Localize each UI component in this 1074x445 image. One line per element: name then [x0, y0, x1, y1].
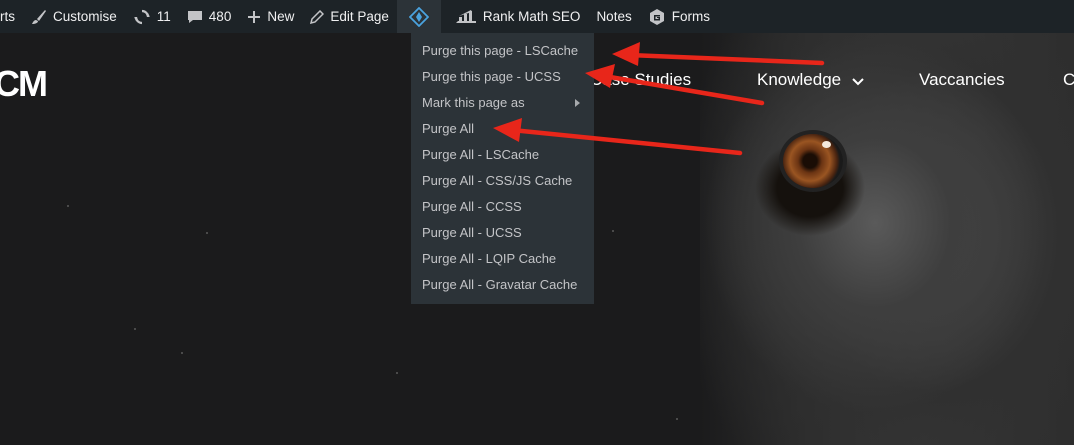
- menu-item-purge-all-gravatar[interactable]: Purge All - Gravatar Cache: [411, 272, 594, 298]
- litespeed-diamond-icon: [408, 6, 429, 27]
- admin-bar-item-updates[interactable]: 11: [125, 0, 179, 33]
- admin-bar-item-reports[interactable]: rts: [0, 0, 23, 33]
- admin-bar-item-new[interactable]: New: [239, 0, 302, 33]
- nav-link-case-studies[interactable]: Case Studies: [590, 70, 691, 90]
- admin-bar-item-customise[interactable]: Customise: [23, 0, 125, 33]
- chevron-down-icon: [852, 71, 864, 91]
- admin-bar-item-label: Edit Page: [330, 9, 389, 24]
- menu-item-purge-all-cssjs[interactable]: Purge All - CSS/JS Cache: [411, 168, 594, 194]
- admin-bar-item-notes[interactable]: Notes: [588, 0, 639, 33]
- admin-bar-item-label: 11: [156, 9, 171, 24]
- menu-item-label: Mark this page as: [422, 95, 525, 110]
- nav-link-label: Knowledge: [757, 70, 842, 89]
- star-dot: [206, 232, 208, 234]
- admin-bar-item-comments[interactable]: 480: [179, 0, 240, 33]
- nav-link-contact[interactable]: C: [1063, 70, 1074, 90]
- submenu-arrow-icon: [575, 99, 580, 107]
- paintbrush-icon: [31, 9, 47, 25]
- site-logo[interactable]: CM: [0, 63, 48, 105]
- menu-item-purge-all[interactable]: Purge All: [411, 116, 594, 142]
- rank-math-icon: [455, 9, 477, 25]
- nav-link-vaccancies[interactable]: Vaccancies: [919, 70, 1005, 90]
- admin-bar-item-rank-math[interactable]: Rank Math SEO: [441, 0, 589, 33]
- menu-item-purge-all-lqip[interactable]: Purge All - LQIP Cache: [411, 246, 594, 272]
- menu-item-purge-page-ucss[interactable]: Purge this page - UCSS: [411, 64, 594, 90]
- animal-eye: [783, 134, 843, 188]
- admin-bar-item-label: rts: [0, 9, 15, 24]
- eye-glint: [822, 141, 831, 148]
- star-dot: [612, 230, 614, 232]
- admin-bar-item-label: 480: [208, 9, 232, 24]
- litespeed-dropdown-menu: Purge this page - LSCache Purge this pag…: [411, 33, 594, 304]
- gravity-forms-icon: [648, 8, 666, 26]
- menu-item-purge-all-ccss[interactable]: Purge All - CCSS: [411, 194, 594, 220]
- star-dot: [134, 328, 136, 330]
- star-dot: [396, 372, 398, 374]
- admin-bar: rts Customise 11 480 New Edit Page Rank …: [0, 0, 1074, 33]
- admin-bar-item-label: Notes: [596, 9, 632, 24]
- menu-item-purge-all-lscache[interactable]: Purge All - LSCache: [411, 142, 594, 168]
- update-icon: [133, 9, 151, 25]
- nav-link-knowledge[interactable]: Knowledge: [757, 70, 864, 91]
- admin-bar-item-label: Forms: [671, 9, 710, 24]
- admin-bar-item-forms[interactable]: Forms: [640, 0, 718, 33]
- star-dot: [676, 418, 678, 420]
- admin-bar-item-label: Rank Math SEO: [482, 9, 581, 24]
- pencil-icon: [310, 9, 325, 24]
- admin-bar-item-label: Customise: [53, 9, 117, 24]
- admin-bar-item-litespeed[interactable]: [396, 0, 441, 33]
- menu-item-purge-all-ucss[interactable]: Purge All - UCSS: [411, 220, 594, 246]
- menu-item-purge-page-lscache[interactable]: Purge this page - LSCache: [411, 38, 594, 64]
- menu-item-mark-page-as[interactable]: Mark this page as: [411, 90, 594, 116]
- animal-photo: [700, 33, 1074, 445]
- comment-icon: [187, 9, 203, 25]
- plus-icon: [247, 10, 261, 24]
- star-dot: [181, 352, 183, 354]
- star-dot: [67, 205, 69, 207]
- admin-bar-item-edit-page[interactable]: Edit Page: [302, 0, 397, 33]
- admin-bar-item-label: New: [267, 9, 295, 24]
